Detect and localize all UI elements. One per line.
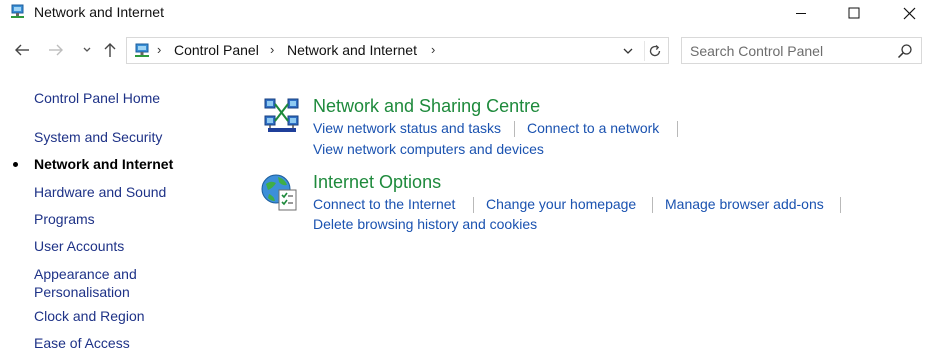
breadcrumb-separator[interactable]: › xyxy=(270,42,274,57)
task-change-homepage[interactable]: Change your homepage xyxy=(486,196,636,212)
refresh-icon xyxy=(649,45,660,57)
arrow-left-icon xyxy=(15,44,29,56)
close-icon xyxy=(903,7,915,19)
arrow-up-icon xyxy=(104,43,116,57)
forward-button[interactable] xyxy=(45,38,67,62)
task-manage-browser-addons[interactable]: Manage browser add-ons xyxy=(665,196,824,212)
navigation-bar: › Control Panel › Network and Internet › xyxy=(0,35,928,65)
sidebar-item-system-and-security[interactable]: System and Security xyxy=(34,128,162,146)
category-title-network-sharing[interactable]: Network and Sharing Centre xyxy=(313,96,540,117)
arrow-right-icon xyxy=(49,44,63,56)
address-history-button[interactable] xyxy=(619,41,637,61)
breadcrumb-network-and-internet[interactable]: Network and Internet xyxy=(287,42,417,58)
search-box[interactable] xyxy=(681,37,922,64)
category-title-internet-options[interactable]: Internet Options xyxy=(313,172,441,193)
task-delete-browsing-history[interactable]: Delete browsing history and cookies xyxy=(313,216,537,232)
sidebar-item-hardware-and-sound[interactable]: Hardware and Sound xyxy=(34,183,166,201)
minimize-icon xyxy=(796,13,806,14)
recent-locations-button[interactable] xyxy=(76,38,98,62)
up-button[interactable] xyxy=(99,38,121,62)
sidebar-item-clock-and-region[interactable]: Clock and Region xyxy=(34,307,145,325)
minimize-button[interactable] xyxy=(778,0,824,26)
sidebar-item-ease-of-access[interactable]: Ease of Access xyxy=(34,334,130,352)
sidebar-item-network-and-internet: Network and Internet xyxy=(34,156,174,172)
breadcrumb-separator[interactable]: › xyxy=(157,42,161,57)
refresh-button[interactable] xyxy=(644,41,664,61)
current-item-bullet xyxy=(13,162,18,167)
task-separator xyxy=(652,197,653,213)
sidebar-item-appearance-line1[interactable]: Appearance and xyxy=(34,265,137,283)
task-view-network-computers[interactable]: View network computers and devices xyxy=(313,141,544,157)
network-icon xyxy=(135,43,149,57)
chevron-down-icon xyxy=(83,47,91,52)
close-button[interactable] xyxy=(886,0,928,26)
task-separator xyxy=(677,121,678,137)
task-separator xyxy=(514,121,515,137)
task-connect-to-internet[interactable]: Connect to the Internet xyxy=(313,196,455,212)
internet-options-icon[interactable] xyxy=(259,172,299,212)
maximize-icon xyxy=(848,7,860,19)
breadcrumb-separator[interactable]: › xyxy=(431,42,435,57)
network-sharing-icon[interactable] xyxy=(262,96,302,136)
task-view-network-status[interactable]: View network status and tasks xyxy=(313,120,501,136)
breadcrumb-control-panel[interactable]: Control Panel xyxy=(174,42,259,58)
search-icon[interactable] xyxy=(896,42,914,60)
sidebar-item-user-accounts[interactable]: User Accounts xyxy=(34,237,124,255)
sidebar-item-programs[interactable]: Programs xyxy=(34,210,95,228)
task-connect-to-network[interactable]: Connect to a network xyxy=(527,120,659,136)
address-bar[interactable]: › Control Panel › Network and Internet › xyxy=(126,37,669,64)
back-button[interactable] xyxy=(11,38,33,62)
task-separator xyxy=(840,197,841,213)
maximize-button[interactable] xyxy=(831,0,877,26)
network-icon xyxy=(11,4,24,18)
window-title: Network and Internet xyxy=(34,4,164,20)
chevron-down-icon xyxy=(623,48,633,54)
search-input[interactable] xyxy=(690,42,890,60)
title-bar: Network and Internet xyxy=(0,0,928,26)
task-separator xyxy=(473,197,474,213)
sidebar-item-control-panel-home[interactable]: Control Panel Home xyxy=(34,89,160,107)
sidebar-item-appearance-line2[interactable]: Personalisation xyxy=(34,283,130,301)
